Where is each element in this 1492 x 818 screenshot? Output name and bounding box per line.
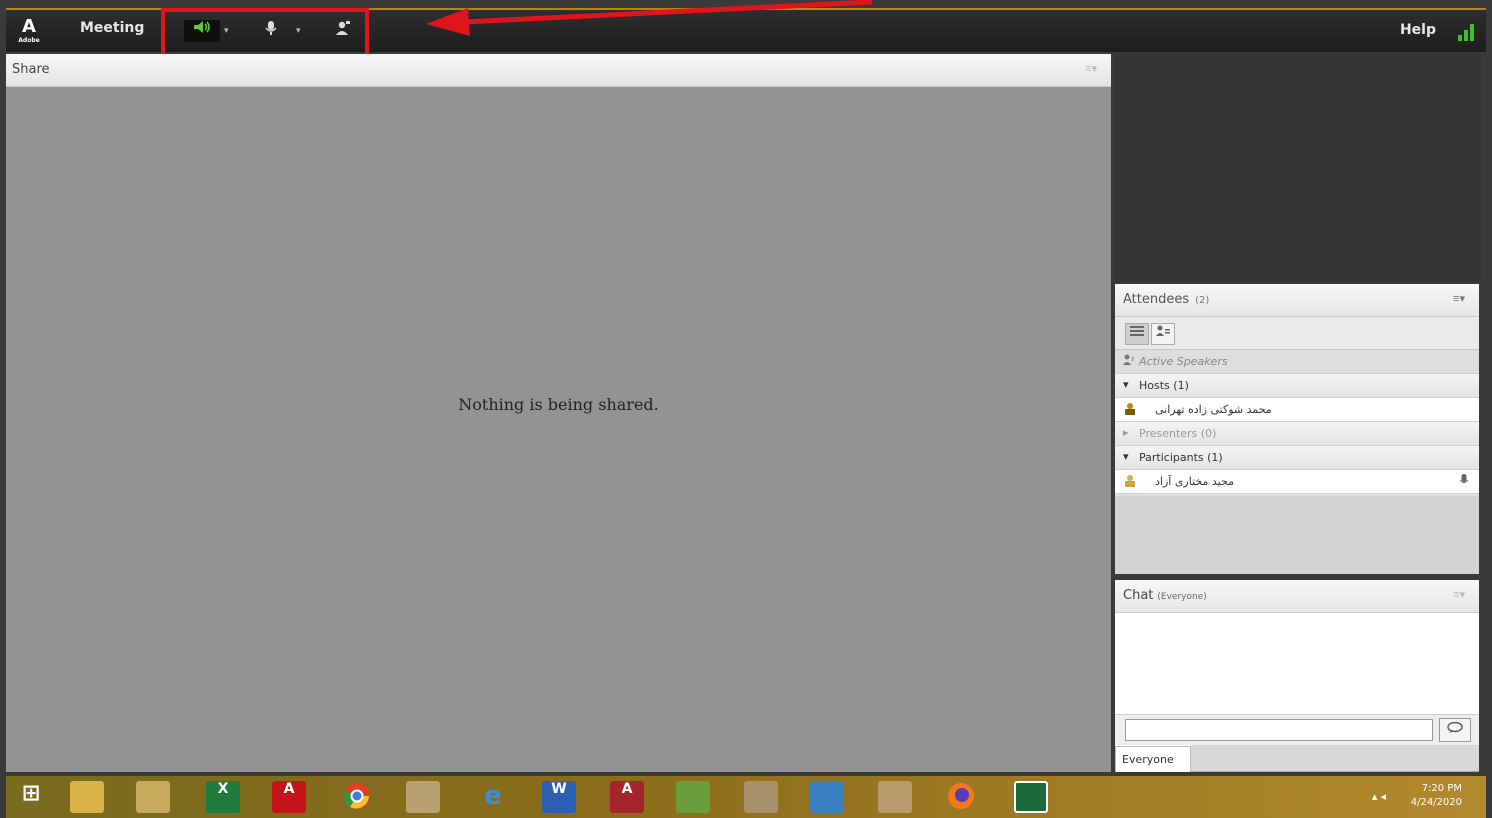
system-tray-icons[interactable]: ▴ ◂ — [1372, 790, 1386, 803]
clock-time: 7:20 PM — [1421, 783, 1462, 794]
microphone-status-icon — [1459, 473, 1469, 491]
file-explorer-icon[interactable] — [70, 781, 104, 813]
share-content-area: Nothing is being shared. — [6, 87, 1111, 772]
person-list-icon — [1156, 325, 1170, 340]
active-speakers-row: Active Speakers — [1115, 350, 1479, 374]
participants-section[interactable]: ▾ Participants (1) — [1115, 446, 1479, 470]
collapsed-arrow-icon: ▸ — [1123, 426, 1129, 439]
chat-pod: Chat (Everyone) ≡▾ Everyone — [1115, 580, 1479, 772]
host-user-icon — [1123, 402, 1137, 419]
participants-label: Participants (1) — [1139, 451, 1223, 464]
chat-title-label: Chat — [1123, 588, 1154, 603]
excel-icon[interactable]: X — [206, 781, 240, 813]
adobe-connect-window: A Adobe Meeting ▾ ▾ Help Share ≡▾ Nothin… — [0, 0, 1492, 818]
matlab-icon[interactable] — [136, 781, 170, 813]
chat-pod-menu-icon[interactable]: ≡▾ — [1453, 588, 1465, 601]
participant-attendee-row[interactable]: مجید مختاری آزاد — [1115, 470, 1479, 494]
active-speakers-label: Active Speakers — [1139, 355, 1228, 368]
active-speakers-icon — [1123, 354, 1135, 369]
chat-tab-everyone[interactable]: Everyone — [1115, 746, 1191, 772]
list-view-icon — [1130, 326, 1144, 340]
attendees-title: Attendees (2) — [1123, 292, 1209, 307]
paint-app-icon[interactable] — [878, 781, 912, 813]
presenters-section[interactable]: ▸ Presenters (0) — [1115, 422, 1479, 446]
tools-app-icon[interactable] — [744, 781, 778, 813]
chat-bubble-icon — [1447, 721, 1463, 737]
chrome-icon[interactable] — [340, 781, 374, 813]
remote-desktop-icon[interactable] — [810, 781, 844, 813]
meeting-menu[interactable]: Meeting — [80, 20, 144, 36]
connection-signal-icon — [1456, 20, 1478, 42]
expand-arrow-icon: ▾ — [1123, 450, 1129, 463]
attendees-empty-area — [1115, 496, 1479, 574]
camera-voice-pod — [1115, 54, 1481, 282]
share-pod-title: Share — [12, 62, 50, 77]
attendees-pod-menu-icon[interactable]: ≡▾ — [1453, 292, 1465, 305]
adobe-connect-taskbar-icon[interactable] — [1014, 781, 1048, 813]
adobe-logo-mark: A — [22, 16, 36, 37]
host-attendee-row[interactable]: محمد شوکتی زاده تهرانی — [1115, 398, 1479, 422]
host-name: محمد شوکتی زاده تهرانی — [1155, 403, 1272, 416]
participant-name: مجید مختاری آزاد — [1155, 475, 1234, 488]
chat-title: Chat (Everyone) — [1123, 588, 1207, 603]
hosts-label: Hosts (1) — [1139, 379, 1189, 392]
firefox-icon[interactable] — [944, 781, 978, 813]
chat-scope: (Everyone) — [1157, 592, 1207, 602]
attendees-pod: Attendees (2) ≡▾ Active Speakers ▾ Hosts … — [1115, 284, 1479, 574]
attendees-pod-header: Attendees (2) ≡▾ — [1115, 284, 1479, 317]
attendees-view-toolbar — [1115, 317, 1479, 350]
start-button[interactable]: ⊞ — [14, 781, 48, 813]
acrobat-icon[interactable]: A — [272, 781, 306, 813]
send-message-button[interactable] — [1439, 718, 1471, 742]
internet-explorer-icon[interactable]: e — [476, 781, 510, 813]
participant-user-icon — [1123, 474, 1137, 491]
attendees-title-label: Attendees — [1123, 292, 1190, 307]
expand-arrow-icon: ▾ — [1123, 378, 1129, 391]
share-pod: Share ≡▾ Nothing is being shared. — [6, 54, 1111, 772]
status-view-button[interactable] — [1151, 323, 1175, 345]
adobe-logo-caption: Adobe — [18, 37, 40, 44]
help-menu[interactable]: Help — [1400, 22, 1436, 38]
chat-pod-header: Chat (Everyone) ≡▾ — [1115, 580, 1479, 613]
media-player-icon[interactable] — [406, 781, 440, 813]
word-icon[interactable]: W — [542, 781, 576, 813]
share-pod-header: Share ≡▾ — [6, 54, 1111, 87]
red-arrow-annotation — [426, 0, 873, 36]
presenters-label: Presenters (0) — [1139, 427, 1217, 440]
clock-date: 4/24/2020 — [1410, 797, 1462, 808]
list-view-button[interactable] — [1125, 323, 1149, 345]
chat-input-row — [1115, 714, 1479, 745]
network-app-icon[interactable] — [676, 781, 710, 813]
attendees-count: (2) — [1195, 295, 1210, 306]
adobe-logo: A Adobe — [18, 16, 40, 44]
windows-taskbar: ⊞ X A e W A ▴ ◂ 7:20 PM 4/24/2020 — [6, 776, 1486, 818]
taskbar-clock[interactable]: 7:20 PM 4/24/2020 — [1411, 782, 1462, 810]
access-icon[interactable]: A — [610, 781, 644, 813]
hosts-section[interactable]: ▾ Hosts (1) — [1115, 374, 1479, 398]
nothing-shared-message: Nothing is being shared. — [458, 395, 659, 414]
share-pod-menu-icon[interactable]: ≡▾ — [1085, 62, 1097, 75]
chat-tab-strip — [1191, 745, 1479, 772]
chat-message-input[interactable] — [1125, 719, 1433, 741]
